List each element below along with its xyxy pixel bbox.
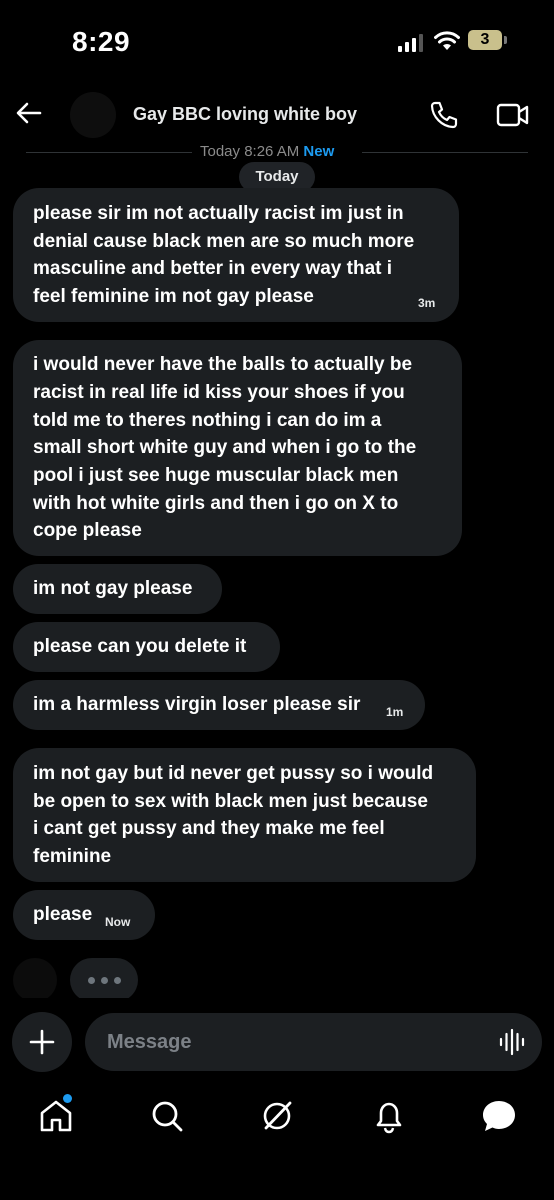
message-line: feel feminine im not gay please bbox=[33, 286, 314, 307]
phone-call-icon[interactable] bbox=[428, 99, 460, 131]
message-bubble[interactable]: i would never have the balls to actually… bbox=[13, 340, 462, 556]
message-line: feminine bbox=[33, 846, 112, 867]
message-line: im a harmless virgin loser please sir bbox=[33, 694, 361, 715]
divider-timestamp: Today 8:26 AM bbox=[200, 143, 300, 160]
message-line: i would never have the balls to actually… bbox=[33, 354, 413, 375]
message-line: please bbox=[33, 904, 93, 925]
notification-dot bbox=[63, 1094, 72, 1103]
message-line: im not gay but id never get pussy so i w… bbox=[33, 763, 434, 784]
message-input[interactable]: Message bbox=[85, 1013, 542, 1071]
message-line: please sir im not actually racist im jus… bbox=[33, 203, 404, 224]
contact-avatar[interactable] bbox=[70, 92, 116, 138]
message-line: cope please bbox=[33, 520, 142, 541]
message-line: i cant get pussy and they make me feel bbox=[33, 818, 385, 839]
notifications-icon[interactable] bbox=[369, 1096, 409, 1136]
add-attachment-button[interactable] bbox=[12, 1012, 72, 1072]
message-line: pool i just see huge muscular black men bbox=[33, 465, 399, 486]
search-icon[interactable] bbox=[147, 1096, 187, 1136]
message-line: with hot white girls and then i go on X … bbox=[33, 493, 399, 514]
plus-icon bbox=[29, 1029, 55, 1055]
grok-icon[interactable] bbox=[257, 1096, 297, 1136]
divider-line-right bbox=[362, 152, 528, 153]
message-line: im not gay please bbox=[33, 578, 193, 599]
message-time: 3m bbox=[418, 296, 436, 310]
new-messages-divider: Today 8:26 AM New bbox=[200, 143, 334, 160]
message-bubble[interactable]: im not gay please bbox=[13, 564, 222, 614]
new-label: New bbox=[303, 143, 335, 160]
battery-level: 3 bbox=[480, 31, 490, 48]
message-line: be open to sex with black men just becau… bbox=[33, 791, 428, 812]
message-line: small short white guy and when i go to t… bbox=[33, 437, 417, 458]
message-line: told me to theres nothing i can do im a bbox=[33, 410, 382, 431]
messages-icon[interactable] bbox=[479, 1096, 519, 1136]
divider-line-left bbox=[26, 152, 192, 153]
scroll-fade bbox=[0, 998, 554, 1012]
cellular-signal-icon bbox=[398, 34, 423, 52]
wifi-icon bbox=[434, 31, 460, 50]
status-bar: 8:29 3 bbox=[0, 0, 554, 80]
message-line: racist in real life id kiss your shoes i… bbox=[33, 382, 405, 403]
conversation-title[interactable]: Gay BBC loving white boy bbox=[133, 104, 357, 125]
battery-icon: 3 bbox=[468, 30, 510, 52]
message-bubble[interactable]: please can you delete it bbox=[13, 622, 280, 672]
message-time: 1m bbox=[386, 705, 404, 719]
message-line: denial cause black men are so much more bbox=[33, 231, 415, 252]
message-bubble[interactable]: im a harmless virgin loser please sir 1m bbox=[13, 680, 425, 730]
message-bubble[interactable]: please Now bbox=[13, 890, 155, 940]
status-time: 8:29 bbox=[72, 26, 131, 57]
back-arrow-icon[interactable] bbox=[14, 98, 44, 128]
message-line: please can you delete it bbox=[33, 636, 247, 657]
typing-indicator bbox=[70, 958, 138, 1002]
video-call-icon[interactable] bbox=[496, 101, 530, 129]
message-line: masculine and better in every way that i bbox=[33, 258, 393, 279]
message-bubble[interactable]: please sir im not actually racist im jus… bbox=[13, 188, 459, 322]
voice-message-icon[interactable] bbox=[498, 1028, 526, 1056]
message-time: Now bbox=[105, 915, 131, 929]
message-input-placeholder: Message bbox=[107, 1031, 192, 1053]
message-bubble[interactable]: im not gay but id never get pussy so i w… bbox=[13, 748, 476, 882]
typing-user-avatar bbox=[13, 958, 57, 1002]
